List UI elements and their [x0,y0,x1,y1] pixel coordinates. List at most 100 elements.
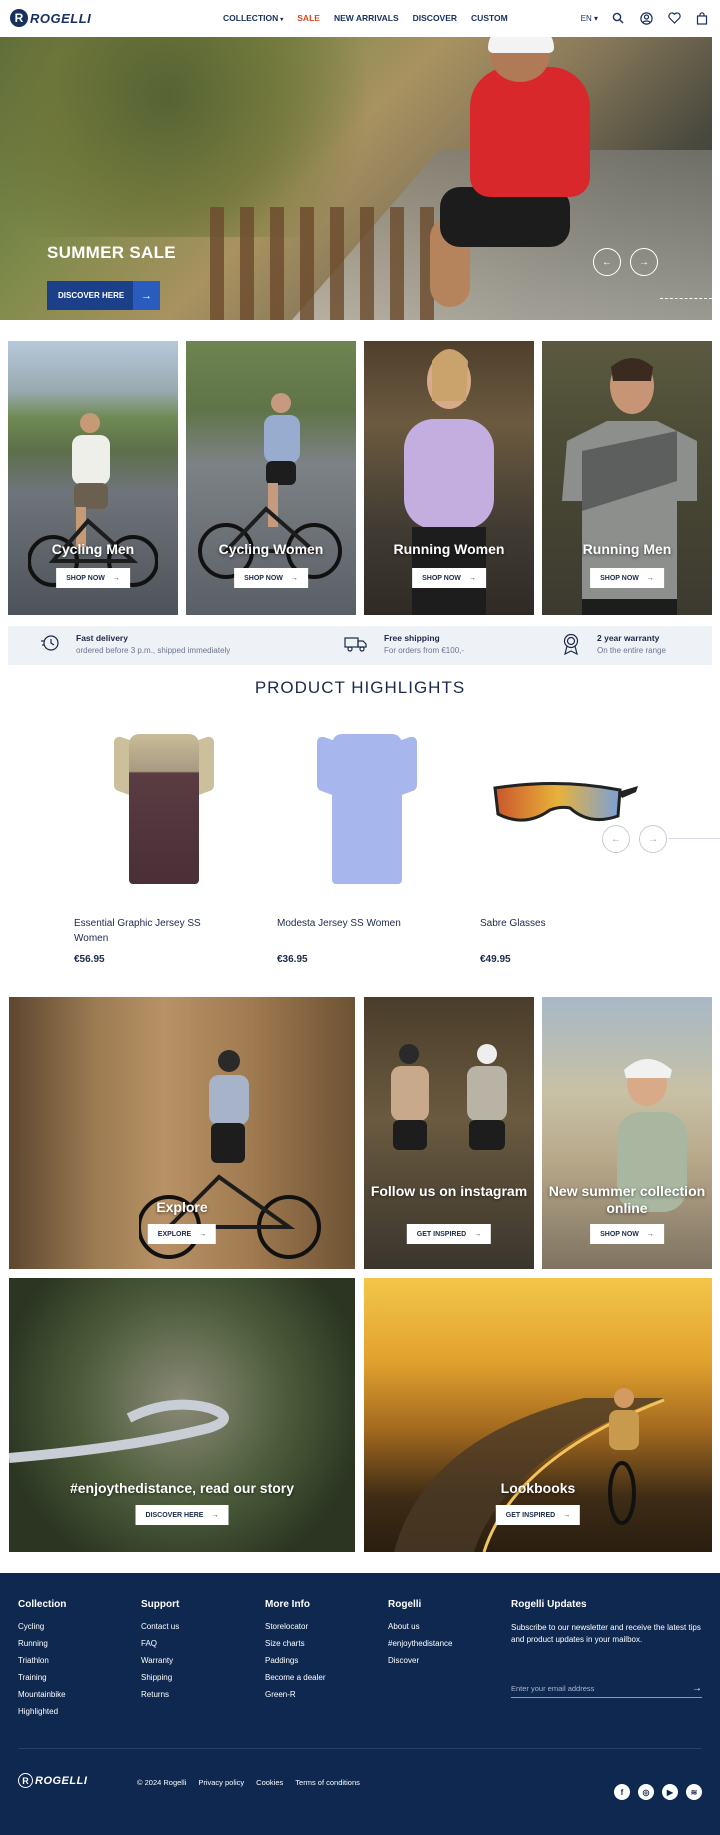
account-icon[interactable] [638,10,654,26]
tile-label: New summer collection online [548,1183,706,1216]
privacy-policy-link[interactable]: Privacy policy [198,1778,244,1787]
footer-logo[interactable]: R ROGELLI [18,1773,87,1788]
hero-discover-button[interactable]: DISCOVER HERE → [47,281,160,310]
award-icon [563,633,579,655]
shop-now-button[interactable]: SHOP NOW → [234,568,308,588]
footer-link[interactable]: Highlighted [18,1707,66,1716]
tile-label: Lookbooks [500,1480,576,1496]
footer-link[interactable]: Returns [141,1690,179,1699]
footer-link[interactable]: Discover [388,1656,453,1665]
footer-link[interactable]: Size charts [265,1639,325,1648]
tile-enjoy-the-distance[interactable]: #enjoythedistance, read our story DISCOV… [9,1278,355,1552]
tile-running-women[interactable]: Running Women SHOP NOW → [364,341,534,615]
product-price: €49.95 [480,954,511,965]
footer-heading: Collection [18,1599,67,1610]
instagram-icon[interactable]: ◎ [638,1784,654,1800]
main-nav: COLLECTION ▾ SALE NEW ARRIVALS DISCOVER C… [223,13,508,23]
newsletter-email-input[interactable]: Enter your email address → [511,1680,702,1698]
shop-now-button[interactable]: SHOP NOW → [56,568,130,588]
footer-link[interactable]: Training [18,1673,66,1682]
product-image[interactable] [277,718,457,908]
tile-new-summer-collection[interactable]: New summer collection online SHOP NOW → [542,997,712,1269]
footer-link[interactable]: Triathlon [18,1656,66,1665]
arrow-right-icon: → [199,1230,207,1238]
footer-link[interactable]: Mountainbike [18,1690,66,1699]
product-card[interactable]: Modesta Jersey SS Women €36.95 [277,718,457,965]
spotify-icon[interactable]: ≋ [686,1784,702,1800]
email-placeholder: Enter your email address [511,1684,595,1693]
explore-button[interactable]: EXPLORE → [147,1224,217,1244]
site-footer: Collection Cycling Running Triathlon Tra… [0,1573,720,1835]
footer-newsletter: Rogelli Updates Subscribe to our newslet… [511,1599,701,1646]
product-card[interactable]: Sabre Glasses €49.95 [480,718,660,965]
footer-link[interactable]: Cycling [18,1622,66,1631]
shop-now-button[interactable]: SHOP NOW → [590,568,664,588]
product-image[interactable] [74,718,254,908]
footer-link[interactable]: Green-R [265,1690,325,1699]
product-card[interactable]: Essential Graphic Jersey SS Women €56.95 [74,718,254,965]
rogelli-logo[interactable]: R ROGELLI [10,9,91,27]
footer-link[interactable]: Become a dealer [265,1673,325,1682]
search-icon[interactable] [610,10,626,26]
product-price: €36.95 [277,954,308,965]
tile-label: Explore [156,1199,208,1215]
product-name[interactable]: Sabre Glasses [480,916,640,931]
get-inspired-button[interactable]: GET INSPIRED → [495,1505,581,1525]
usp-title: 2 year warranty [597,633,660,643]
cookies-link[interactable]: Cookies [256,1778,283,1787]
nav-discover[interactable]: DISCOVER [413,13,457,23]
tile-instagram[interactable]: Follow us on instagram GET INSPIRED → [364,997,534,1269]
footer-link[interactable]: Shipping [141,1673,179,1682]
footer-link[interactable]: About us [388,1622,453,1631]
usp-subtitle: For orders from €100,- [384,646,465,655]
discover-here-button[interactable]: DISCOVER HERE → [135,1505,229,1525]
arrow-right-icon: → [563,1511,571,1519]
footer-link[interactable]: Contact us [141,1622,179,1631]
header-actions: EN ▾ [581,10,710,26]
footer-column-collection: Collection Cycling Running Triathlon Tra… [18,1599,66,1724]
hero-next-arrow-icon[interactable]: → [630,248,658,276]
arrow-right-icon: → [646,574,654,582]
product-name[interactable]: Essential Graphic Jersey SS Women [74,916,234,946]
tile-explore[interactable]: Explore EXPLORE → [9,997,355,1269]
footer-heading: Rogelli [388,1599,422,1610]
hero-prev-arrow-icon[interactable]: ← [593,248,621,276]
highlights-next-arrow-icon[interactable]: → [639,825,667,853]
logo-mark-icon: R [10,9,28,27]
tile-lookbooks[interactable]: Lookbooks GET INSPIRED → [364,1278,712,1552]
usp-bar: Fast delivery ordered before 3 p.m., shi… [8,626,712,665]
footer-link[interactable]: Warranty [141,1656,179,1665]
wishlist-heart-icon[interactable] [666,10,682,26]
tile-cycling-men[interactable]: Cycling Men SHOP NOW → [8,341,178,615]
footer-link[interactable]: Running [18,1639,66,1648]
language-selector[interactable]: EN ▾ [581,14,598,23]
submit-arrow-icon[interactable]: → [692,1683,702,1694]
highlights-prev-arrow-icon[interactable]: ← [602,825,630,853]
nav-new-arrivals[interactable]: NEW ARRIVALS [334,13,399,23]
tile-running-men[interactable]: Running Men SHOP NOW → [542,341,712,615]
tile-label: Cycling Women [218,541,324,557]
terms-link[interactable]: Terms of conditions [295,1778,360,1787]
nav-custom[interactable]: CUSTOM [471,13,508,23]
shop-now-button[interactable]: SHOP NOW → [590,1224,664,1244]
nav-sale[interactable]: SALE [297,13,320,23]
arrow-right-icon: → [474,1230,482,1238]
footer-link[interactable]: FAQ [141,1639,179,1648]
shop-now-button[interactable]: SHOP NOW → [412,568,486,588]
footer-link[interactable]: Paddings [265,1656,325,1665]
cart-bag-icon[interactable] [694,10,710,26]
hero-banner[interactable]: SUMMER SALE DISCOVER HERE → ← → [0,37,712,320]
footer-link[interactable]: Storelocator [265,1622,325,1631]
arrow-right-icon: → [133,281,160,310]
usp-title: Free shipping [384,633,440,643]
newsletter-text: Subscribe to our newsletter and receive … [511,1623,701,1644]
nav-collection[interactable]: COLLECTION ▾ [223,13,283,23]
facebook-icon[interactable]: f [614,1784,630,1800]
tile-label: Running Women [393,541,505,557]
product-image[interactable] [480,718,660,908]
tile-cycling-women[interactable]: Cycling Women SHOP NOW → [186,341,356,615]
product-name[interactable]: Modesta Jersey SS Women [277,916,437,931]
footer-link[interactable]: #enjoythedistance [388,1639,453,1648]
get-inspired-button[interactable]: GET INSPIRED → [406,1224,492,1244]
youtube-icon[interactable]: ▶ [662,1784,678,1800]
